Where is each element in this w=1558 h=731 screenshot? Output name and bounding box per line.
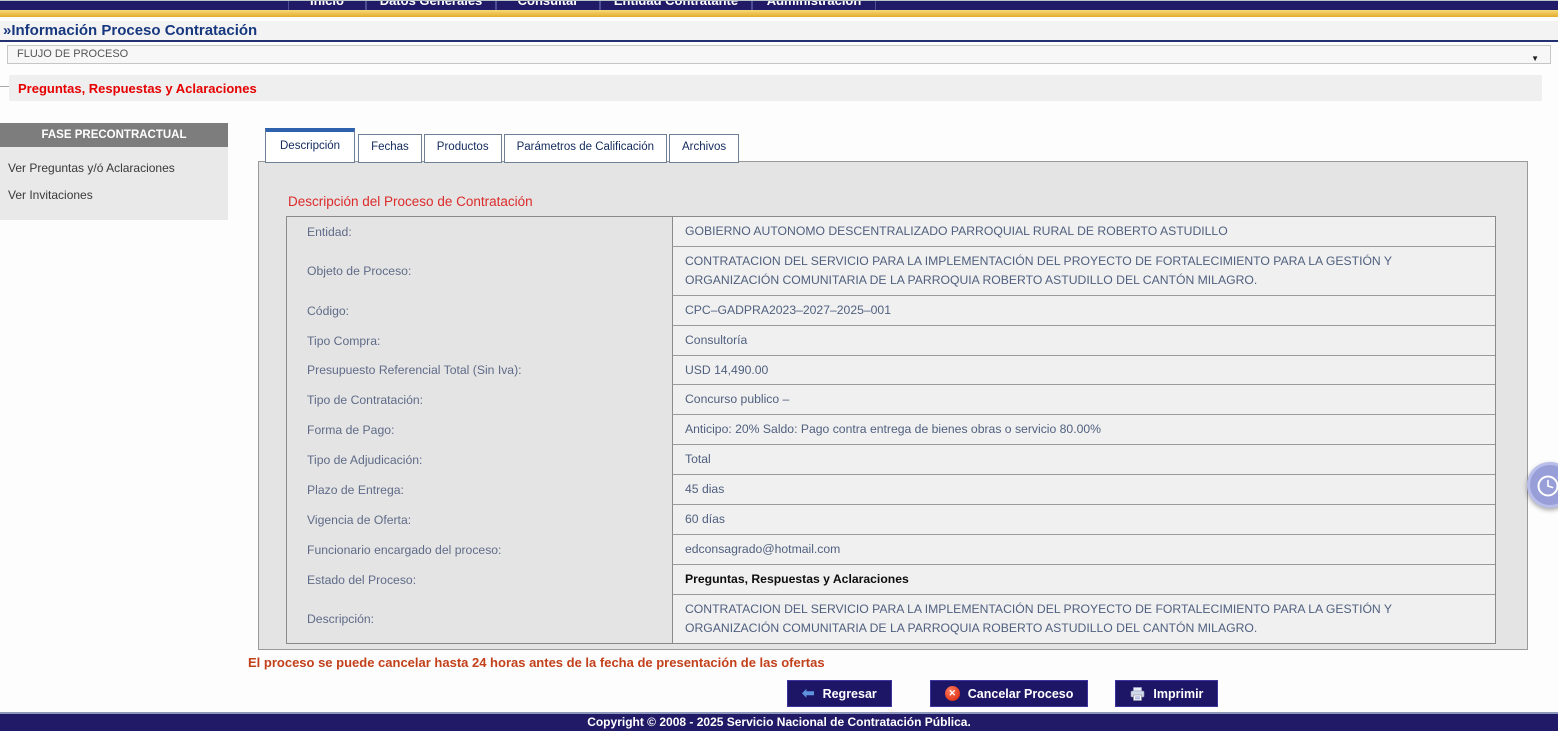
field-label: Entidad: xyxy=(287,217,672,247)
sidebar: FASE PRECONTRACTUAL Ver Preguntas y/ó Ac… xyxy=(0,123,228,220)
field-value: GOBIERNO AUTONOMO DESCENTRALIZADO PARROQ… xyxy=(672,217,1495,247)
sidebar-menu: Ver Preguntas y/ó Aclaraciones Ver Invit… xyxy=(0,147,228,220)
tab[interactable]: Descripción xyxy=(265,128,355,163)
table-row: Código: CPC–GADPRA2023–2027–2025–001 xyxy=(287,296,1495,326)
description-panel: Descripción del Proceso de Contratación … xyxy=(258,161,1528,650)
field-label: Estado del Proceso: xyxy=(287,565,672,595)
field-label: Presupuesto Referencial Total (Sin Iva): xyxy=(287,356,672,386)
tab[interactable]: Productos xyxy=(424,134,502,163)
table-row: Forma de Pago: Anticipo: 20% Saldo: Pago… xyxy=(287,415,1495,445)
field-value: Consultoría xyxy=(672,326,1495,356)
process-status-band: Preguntas, Respuestas y Aclaraciones xyxy=(9,75,1542,101)
sidebar-link[interactable]: Ver Invitaciones xyxy=(0,181,228,208)
field-value: Anticipo: 20% Saldo: Pago contra entrega… xyxy=(672,415,1495,445)
title-bar: »Información Proceso Contratación xyxy=(0,21,1558,42)
section-title: Descripción del Proceso de Contratación xyxy=(288,194,533,209)
table-row: Tipo de Contratación: Concurso publico – xyxy=(287,385,1495,415)
table-row: Funcionario encargado del proceso: edcon… xyxy=(287,535,1495,565)
print-button-label: Imprimir xyxy=(1153,687,1203,701)
process-flow-select[interactable]: FLUJO DE PROCESO ▼ xyxy=(7,45,1551,64)
tab[interactable]: Archivos xyxy=(669,134,739,163)
nav-menu-item[interactable]: Entidad Contratante xyxy=(600,1,752,10)
tab[interactable]: Fechas xyxy=(358,134,422,163)
printer-icon xyxy=(1130,687,1145,701)
back-button[interactable]: ⬅ Regresar xyxy=(787,680,892,707)
field-label: Descripción: xyxy=(287,595,672,643)
field-label: Funcionario encargado del proceso: xyxy=(287,535,672,565)
field-value: 45 dias xyxy=(672,475,1495,505)
process-fields-table: Entidad: GOBIERNO AUTONOMO DESCENTRALIZA… xyxy=(286,216,1496,644)
cancel-process-button[interactable]: ✕ Cancelar Proceso xyxy=(930,680,1089,707)
table-row: Objeto de Proceso: CONTRATACION DEL SERV… xyxy=(287,247,1495,296)
nav-menu-item[interactable]: Datos Generales xyxy=(366,1,496,10)
table-row: Entidad: GOBIERNO AUTONOMO DESCENTRALIZA… xyxy=(287,217,1495,247)
field-value: USD 14,490.00 xyxy=(672,356,1495,386)
nav-menu-item[interactable]: Inicio xyxy=(288,1,366,10)
gold-accent-bar xyxy=(0,10,1558,17)
copyright-text: Copyright © 2008 - 2025 Servicio Naciona… xyxy=(587,715,971,729)
field-value: Preguntas, Respuestas y Aclaraciones xyxy=(672,565,1495,595)
tab[interactable]: Parámetros de Calificación xyxy=(504,134,667,163)
back-button-label: Regresar xyxy=(823,687,877,701)
field-label: Forma de Pago: xyxy=(287,415,672,445)
winged-clock-icon xyxy=(1533,468,1558,502)
field-label: Vigencia de Oferta: xyxy=(287,505,672,535)
page-title: »Información Proceso Contratación xyxy=(3,22,257,39)
field-label: Tipo de Adjudicación: xyxy=(287,445,672,475)
table-row: Estado del Proceso: Preguntas, Respuesta… xyxy=(287,565,1495,595)
table-row: Presupuesto Referencial Total (Sin Iva):… xyxy=(287,356,1495,386)
field-label: Objeto de Proceso: xyxy=(287,247,672,296)
nav-menu-item[interactable]: Consultar xyxy=(496,1,600,10)
sidebar-link[interactable]: Ver Preguntas y/ó Aclaraciones xyxy=(0,154,228,181)
chevron-down-icon: ▼ xyxy=(1531,50,1539,67)
field-label: Tipo de Contratación: xyxy=(287,385,672,415)
process-flow-selected-value: FLUJO DE PROCESO xyxy=(17,48,128,60)
main-navigation: Inicio Datos Generales Consultar Entidad… xyxy=(0,1,1558,10)
table-row: Descripción: CONTRATACION DEL SERVICIO P… xyxy=(287,595,1495,643)
table-row: Vigencia de Oferta: 60 días xyxy=(287,505,1495,535)
field-value: CPC–GADPRA2023–2027–2025–001 xyxy=(672,296,1495,326)
detail-tabs: Descripción Fechas Productos Parámetros … xyxy=(265,128,741,163)
field-value: Concurso publico – xyxy=(672,385,1495,415)
field-value: Total xyxy=(672,445,1495,475)
field-value: edconsagrado@hotmail.com xyxy=(672,535,1495,565)
countdown-clock-widget[interactable] xyxy=(1527,462,1558,508)
process-status-heading: Preguntas, Respuestas y Aclaraciones xyxy=(18,81,257,96)
field-value: CONTRATACION DEL SERVICIO PARA LA IMPLEM… xyxy=(672,247,1495,296)
fieldset-tick xyxy=(0,86,9,87)
cancel-deadline-note: El proceso se puede cancelar hasta 24 ho… xyxy=(248,655,825,670)
cancel-button-label: Cancelar Proceso xyxy=(968,687,1074,701)
table-row: Plazo de Entrega: 45 dias xyxy=(287,475,1495,505)
footer-bar: Copyright © 2008 - 2025 Servicio Naciona… xyxy=(0,712,1558,731)
back-arrow-icon: ⬅ xyxy=(802,686,815,701)
nav-menu-item[interactable]: Administración xyxy=(752,1,876,10)
field-value: 60 días xyxy=(672,505,1495,535)
field-value: CONTRATACION DEL SERVICIO PARA LA IMPLEM… xyxy=(672,595,1495,643)
print-button[interactable]: Imprimir xyxy=(1115,680,1218,707)
field-label: Tipo Compra: xyxy=(287,326,672,356)
field-label: Código: xyxy=(287,296,672,326)
action-buttons: ⬅ Regresar ✕ Cancelar Proceso Imprimir xyxy=(787,680,1218,707)
sidebar-title: FASE PRECONTRACTUAL xyxy=(0,123,228,147)
field-label: Plazo de Entrega: xyxy=(287,475,672,505)
table-row: Tipo Compra: Consultoría xyxy=(287,326,1495,356)
cancel-x-icon: ✕ xyxy=(945,686,960,701)
table-row: Tipo de Adjudicación: Total xyxy=(287,445,1495,475)
